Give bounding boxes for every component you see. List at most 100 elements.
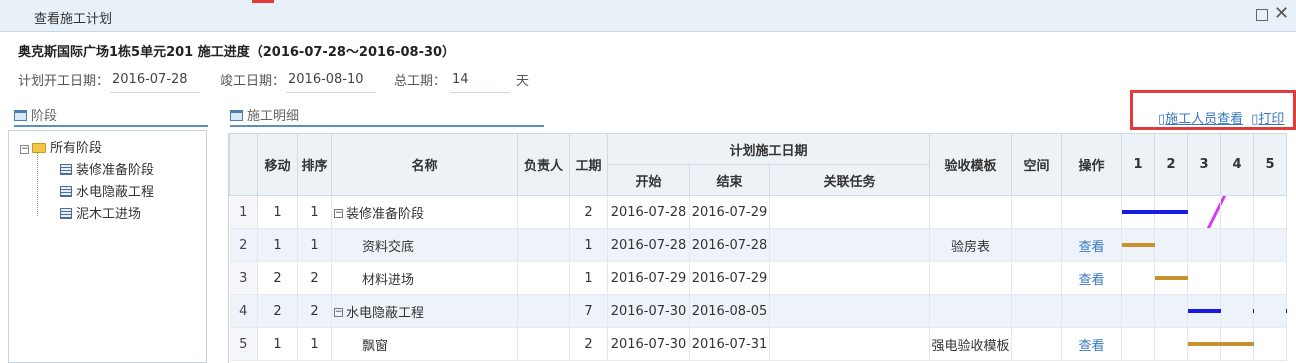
end-cell: 2016-07-29 <box>689 195 770 229</box>
tree-root-label: 所有阶段 <box>50 141 103 156</box>
owner-cell <box>517 294 570 328</box>
gantt-cell <box>1121 261 1156 295</box>
gantt-cell <box>1220 327 1255 361</box>
collapse-icon[interactable]: − <box>20 145 29 154</box>
panel-icon <box>14 110 27 121</box>
gantt-cell <box>1154 327 1189 361</box>
tree-item-decoration-prep[interactable]: 装修准备阶段 <box>60 159 154 179</box>
move-cell: 1 <box>257 228 298 262</box>
ops-cell: 查看 <box>1061 261 1123 295</box>
window-titlebar: 查看施工计划 ✕ <box>0 0 1296 32</box>
end-date-field[interactable] <box>286 67 376 93</box>
name-header: 名称 <box>331 133 518 196</box>
detail-table: 移动 排序 名称 负责人 工期 计划施工日期 验收模板 空间 操作 1 2 3 … <box>229 133 1288 361</box>
order-cell: 2 <box>297 261 332 295</box>
gantt-cell <box>1154 261 1189 295</box>
ops-cell <box>1061 294 1123 328</box>
end-header: 结束 <box>689 164 770 196</box>
start-cell: 2016-07-29 <box>607 261 690 295</box>
collapse-icon[interactable]: − <box>334 307 343 317</box>
window-title: 查看施工计划 <box>34 12 113 27</box>
tree-root-all-stages[interactable]: − 所有阶段 <box>20 137 102 157</box>
tree-connector <box>37 152 38 216</box>
gantt-cell <box>1121 195 1189 229</box>
table-row[interactable]: 2 1 1 资料交底 1 2016-07-28 2016-07-28 验房表 查看 <box>229 228 1288 262</box>
duration-cell: 2 <box>569 195 608 229</box>
template-cell <box>929 294 1013 328</box>
total-duration-unit: 天 <box>516 74 530 89</box>
owner-cell <box>517 261 570 295</box>
view-link[interactable]: 查看 <box>1079 240 1105 255</box>
table-icon <box>60 164 72 175</box>
related-cell <box>769 195 931 229</box>
collapse-icon[interactable]: − <box>334 208 343 218</box>
related-cell <box>769 327 931 361</box>
related-header: 关联任务 <box>768 164 931 196</box>
end-cell: 2016-07-29 <box>689 261 770 295</box>
plan-date-header: 计划施工日期 <box>606 133 931 165</box>
ops-cell: 查看 <box>1061 228 1123 262</box>
task-name: 水电隐蔽工程 <box>346 305 425 321</box>
gantt-cell <box>1253 261 1288 295</box>
stage-section-title: 阶段 <box>31 109 58 124</box>
start-cell: 2016-07-28 <box>607 228 690 262</box>
gantt-cell <box>1121 228 1156 262</box>
task-name: 资料交底 <box>362 239 415 255</box>
gantt-cell <box>1187 327 1255 361</box>
end-date-label: 竣工日期： <box>220 74 286 89</box>
table-row[interactable]: 5 1 1 飘窗 2 2016-07-30 2016-07-31 强电验收模板 查看 <box>229 327 1288 361</box>
row-number: 2 <box>229 228 258 262</box>
tree-item-carpentry[interactable]: 泥木工进场 <box>60 203 141 223</box>
table-icon <box>60 186 72 197</box>
tree-item-plumbing-electrical[interactable]: 水电隐蔽工程 <box>60 181 154 201</box>
table-row[interactable]: 1 1 1− 装修准备阶段 2 2016-07-28 2016-07-29 <box>229 195 1288 229</box>
template-cell <box>929 261 1013 295</box>
gantt-cell <box>1220 294 1255 328</box>
view-link[interactable]: 查看 <box>1079 273 1105 288</box>
maximize-icon[interactable] <box>1256 9 1268 21</box>
day-header: 4 <box>1220 133 1255 196</box>
task-name-cell: − 水电隐蔽工程 <box>331 294 518 328</box>
row-number: 1 <box>229 195 258 229</box>
move-header: 移动 <box>257 133 298 196</box>
stage-section-header: 阶段 <box>14 105 208 127</box>
gantt-cell <box>1154 195 1189 229</box>
space-cell <box>1011 195 1063 229</box>
owner-header: 负责人 <box>517 133 570 196</box>
start-header: 开始 <box>607 164 690 196</box>
panel-icon <box>230 110 243 121</box>
detail-table-wrap: 移动 排序 名称 负责人 工期 计划施工日期 验收模板 空间 操作 1 2 3 … <box>228 133 1296 363</box>
start-cell: 2016-07-28 <box>607 195 690 229</box>
order-cell: 1 <box>297 195 332 229</box>
start-date-label: 计划开工日期： <box>18 74 110 89</box>
start-date-field[interactable] <box>110 67 200 93</box>
table-row[interactable]: 3 2 2 材料进场 1 2016-07-29 2016-07-29 查看 <box>229 261 1288 295</box>
space-cell <box>1011 294 1063 328</box>
view-link[interactable]: 查看 <box>1079 339 1105 354</box>
space-cell <box>1011 228 1063 262</box>
task-name: 材料进场 <box>362 272 415 288</box>
task-name: 装修准备阶段 <box>346 206 425 222</box>
template-cell: 验房表 <box>929 228 1013 262</box>
move-cell: 1 <box>257 327 298 361</box>
space-header: 空间 <box>1011 133 1063 196</box>
gantt-cell <box>1187 261 1222 295</box>
table-row[interactable]: 4 2 2− 水电隐蔽工程 7 2016-07-30 2016-08-05 <box>229 294 1288 328</box>
gantt-cell <box>1253 294 1288 328</box>
day-header: 2 <box>1154 133 1189 196</box>
close-icon[interactable]: ✕ <box>1274 5 1289 23</box>
duration-header: 工期 <box>569 133 608 196</box>
gantt-cell <box>1121 294 1156 328</box>
end-cell: 2016-08-05 <box>689 294 770 328</box>
ops-header: 操作 <box>1061 133 1123 196</box>
top-red-mark <box>252 0 274 3</box>
total-duration-field[interactable] <box>450 67 510 93</box>
template-cell <box>929 195 1013 229</box>
row-number: 5 <box>229 327 258 361</box>
task-name: 飘窗 <box>362 338 389 354</box>
related-cell <box>769 228 931 262</box>
gantt-cell <box>1154 228 1189 262</box>
gantt-cell <box>1253 327 1288 361</box>
gantt-cell <box>1253 195 1288 229</box>
ops-cell: 查看 <box>1061 327 1123 361</box>
